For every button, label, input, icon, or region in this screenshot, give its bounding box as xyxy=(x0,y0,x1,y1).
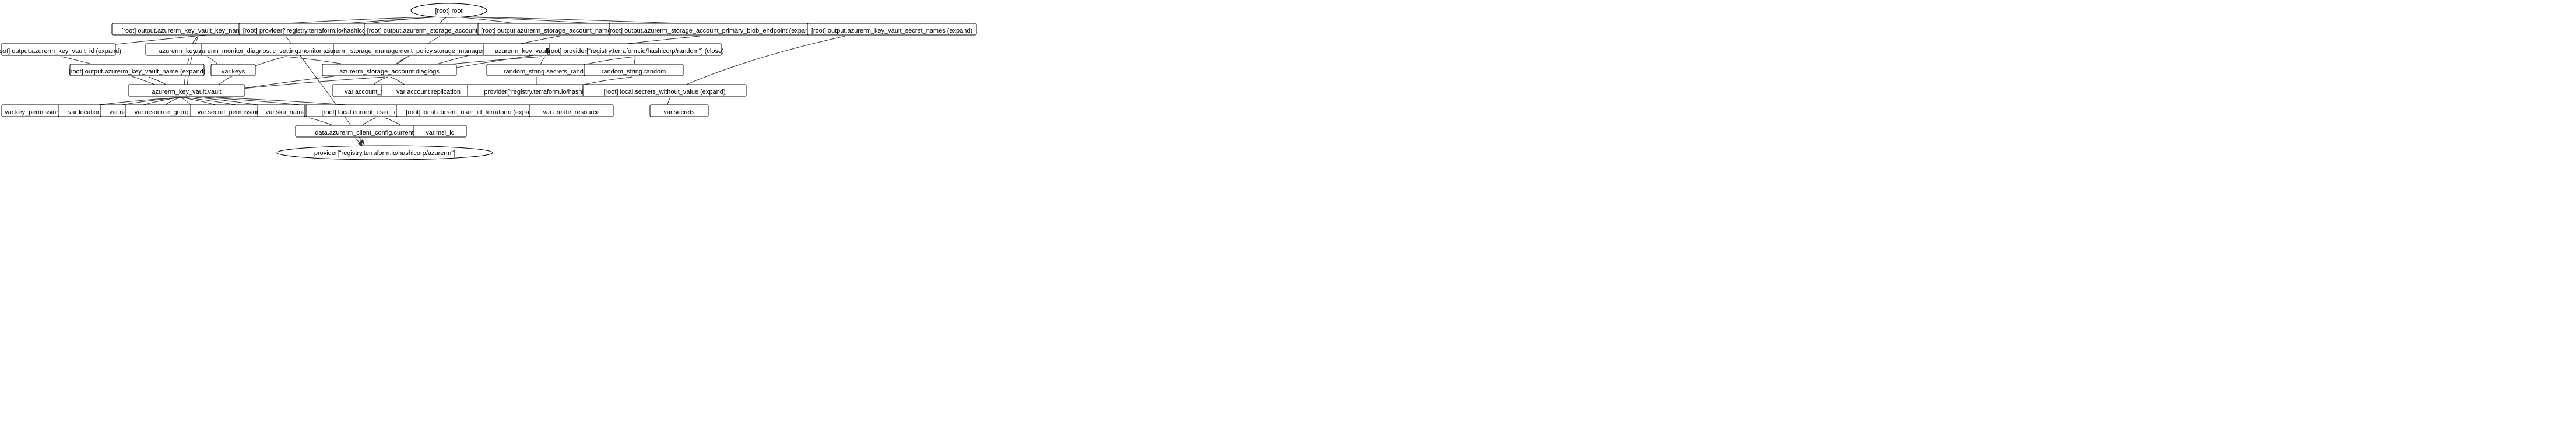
svg-text:random_string.random: random_string.random xyxy=(602,68,666,75)
svg-text:[root] output.azurerm_key_vaul: [root] output.azurerm_key_vault_id (expa… xyxy=(0,48,121,55)
node-azurerm-storage-account-diaglogs: azurerm_storage_account.diaglogs xyxy=(322,64,456,76)
svg-text:var.create_resource: var.create_resource xyxy=(543,109,599,116)
svg-text:var.msi_id: var.msi_id xyxy=(426,129,455,136)
node-azurerm-key-vault-vault: azurerm_key_vault.vault xyxy=(128,85,245,96)
node-output-key-vault-name: [root] output.azurerm_key_vault_name (ex… xyxy=(69,64,206,76)
node-output-key-vault-id: [root] output.azurerm_key_vault_id (expa… xyxy=(0,44,121,55)
node-random-string-random: random_string.random xyxy=(584,64,683,76)
node-var-msi-id: var.msi_id xyxy=(414,125,466,137)
node-root: [root] root xyxy=(411,3,487,17)
node-local-secrets-without-value: [root] local.secrets_without_value (expa… xyxy=(583,85,746,96)
svg-text:var.keys: var.keys xyxy=(222,68,245,75)
svg-text:azurerm_key_vault.vault: azurerm_key_vault.vault xyxy=(152,89,221,96)
svg-text:[root] output.azurerm_key_vaul: [root] output.azurerm_key_vault_name (ex… xyxy=(69,68,206,75)
svg-text:azurerm_storage_account.diaglo: azurerm_storage_account.diaglogs xyxy=(339,68,440,75)
svg-text:var.secret_permissions: var.secret_permissions xyxy=(198,109,263,116)
svg-text:provider["registry.terraform.i: provider["registry.terraform.io/hashicor… xyxy=(314,150,455,157)
node-data-azurerm-client-config: data.azurerm_client_config.current xyxy=(296,125,433,137)
node-var-key-permissions: var.key_permissions xyxy=(2,105,66,117)
svg-text:var.secrets: var.secrets xyxy=(663,109,695,116)
svg-text:[root] local.current_user_id_t: [root] local.current_user_id_terraform (… xyxy=(406,109,538,116)
svg-text:var account replication: var account replication xyxy=(396,89,461,96)
node-local-current-user-id-terraform: [root] local.current_user_id_terraform (… xyxy=(396,105,548,117)
node-var-keys: var.keys xyxy=(211,64,255,76)
graph-container: [root] root [root] output.azurerm_key_va… xyxy=(0,0,2576,426)
svg-text:[root] local.secrets_without_v: [root] local.secrets_without_value (expa… xyxy=(603,89,725,96)
svg-text:[root] output.azurerm_key_vaul: [root] output.azurerm_key_vault_secret_n… xyxy=(811,27,972,34)
node-output-key-vault-secret-names: [root] output.azurerm_key_vault_secret_n… xyxy=(807,23,976,35)
node-output-storage-primary-blob: [root] output.azurerm_storage_account_pr… xyxy=(608,23,814,35)
node-provider-azurerm: provider["registry.terraform.io/hashicor… xyxy=(277,146,493,160)
svg-text:random_string.secrets_random: random_string.secrets_random xyxy=(504,68,592,75)
node-var-create-resource: var.create_resource xyxy=(529,105,613,117)
svg-text:var.sku_name: var.sku_name xyxy=(266,109,305,116)
svg-text:var location: var location xyxy=(68,109,101,116)
node-var-account-replication-type: var account replication xyxy=(382,85,475,96)
svg-text:data.azurerm_client_config.cur: data.azurerm_client_config.current xyxy=(315,129,413,136)
node-var-secrets: var.secrets xyxy=(650,105,708,117)
dependency-graph: [root] root [root] output.azurerm_key_va… xyxy=(0,0,2576,426)
node-provider-random-close: [root] provider["registry.terraform.io/h… xyxy=(547,44,724,55)
svg-text:[root] provider["registry.terr: [root] provider["registry.terraform.io/h… xyxy=(547,48,724,55)
svg-text:[root] output.azurerm_storage_: [root] output.azurerm_storage_account_pr… xyxy=(608,27,814,34)
svg-text:var.key_permissions: var.key_permissions xyxy=(5,109,63,116)
svg-text:[root] root: [root] root xyxy=(435,8,462,15)
